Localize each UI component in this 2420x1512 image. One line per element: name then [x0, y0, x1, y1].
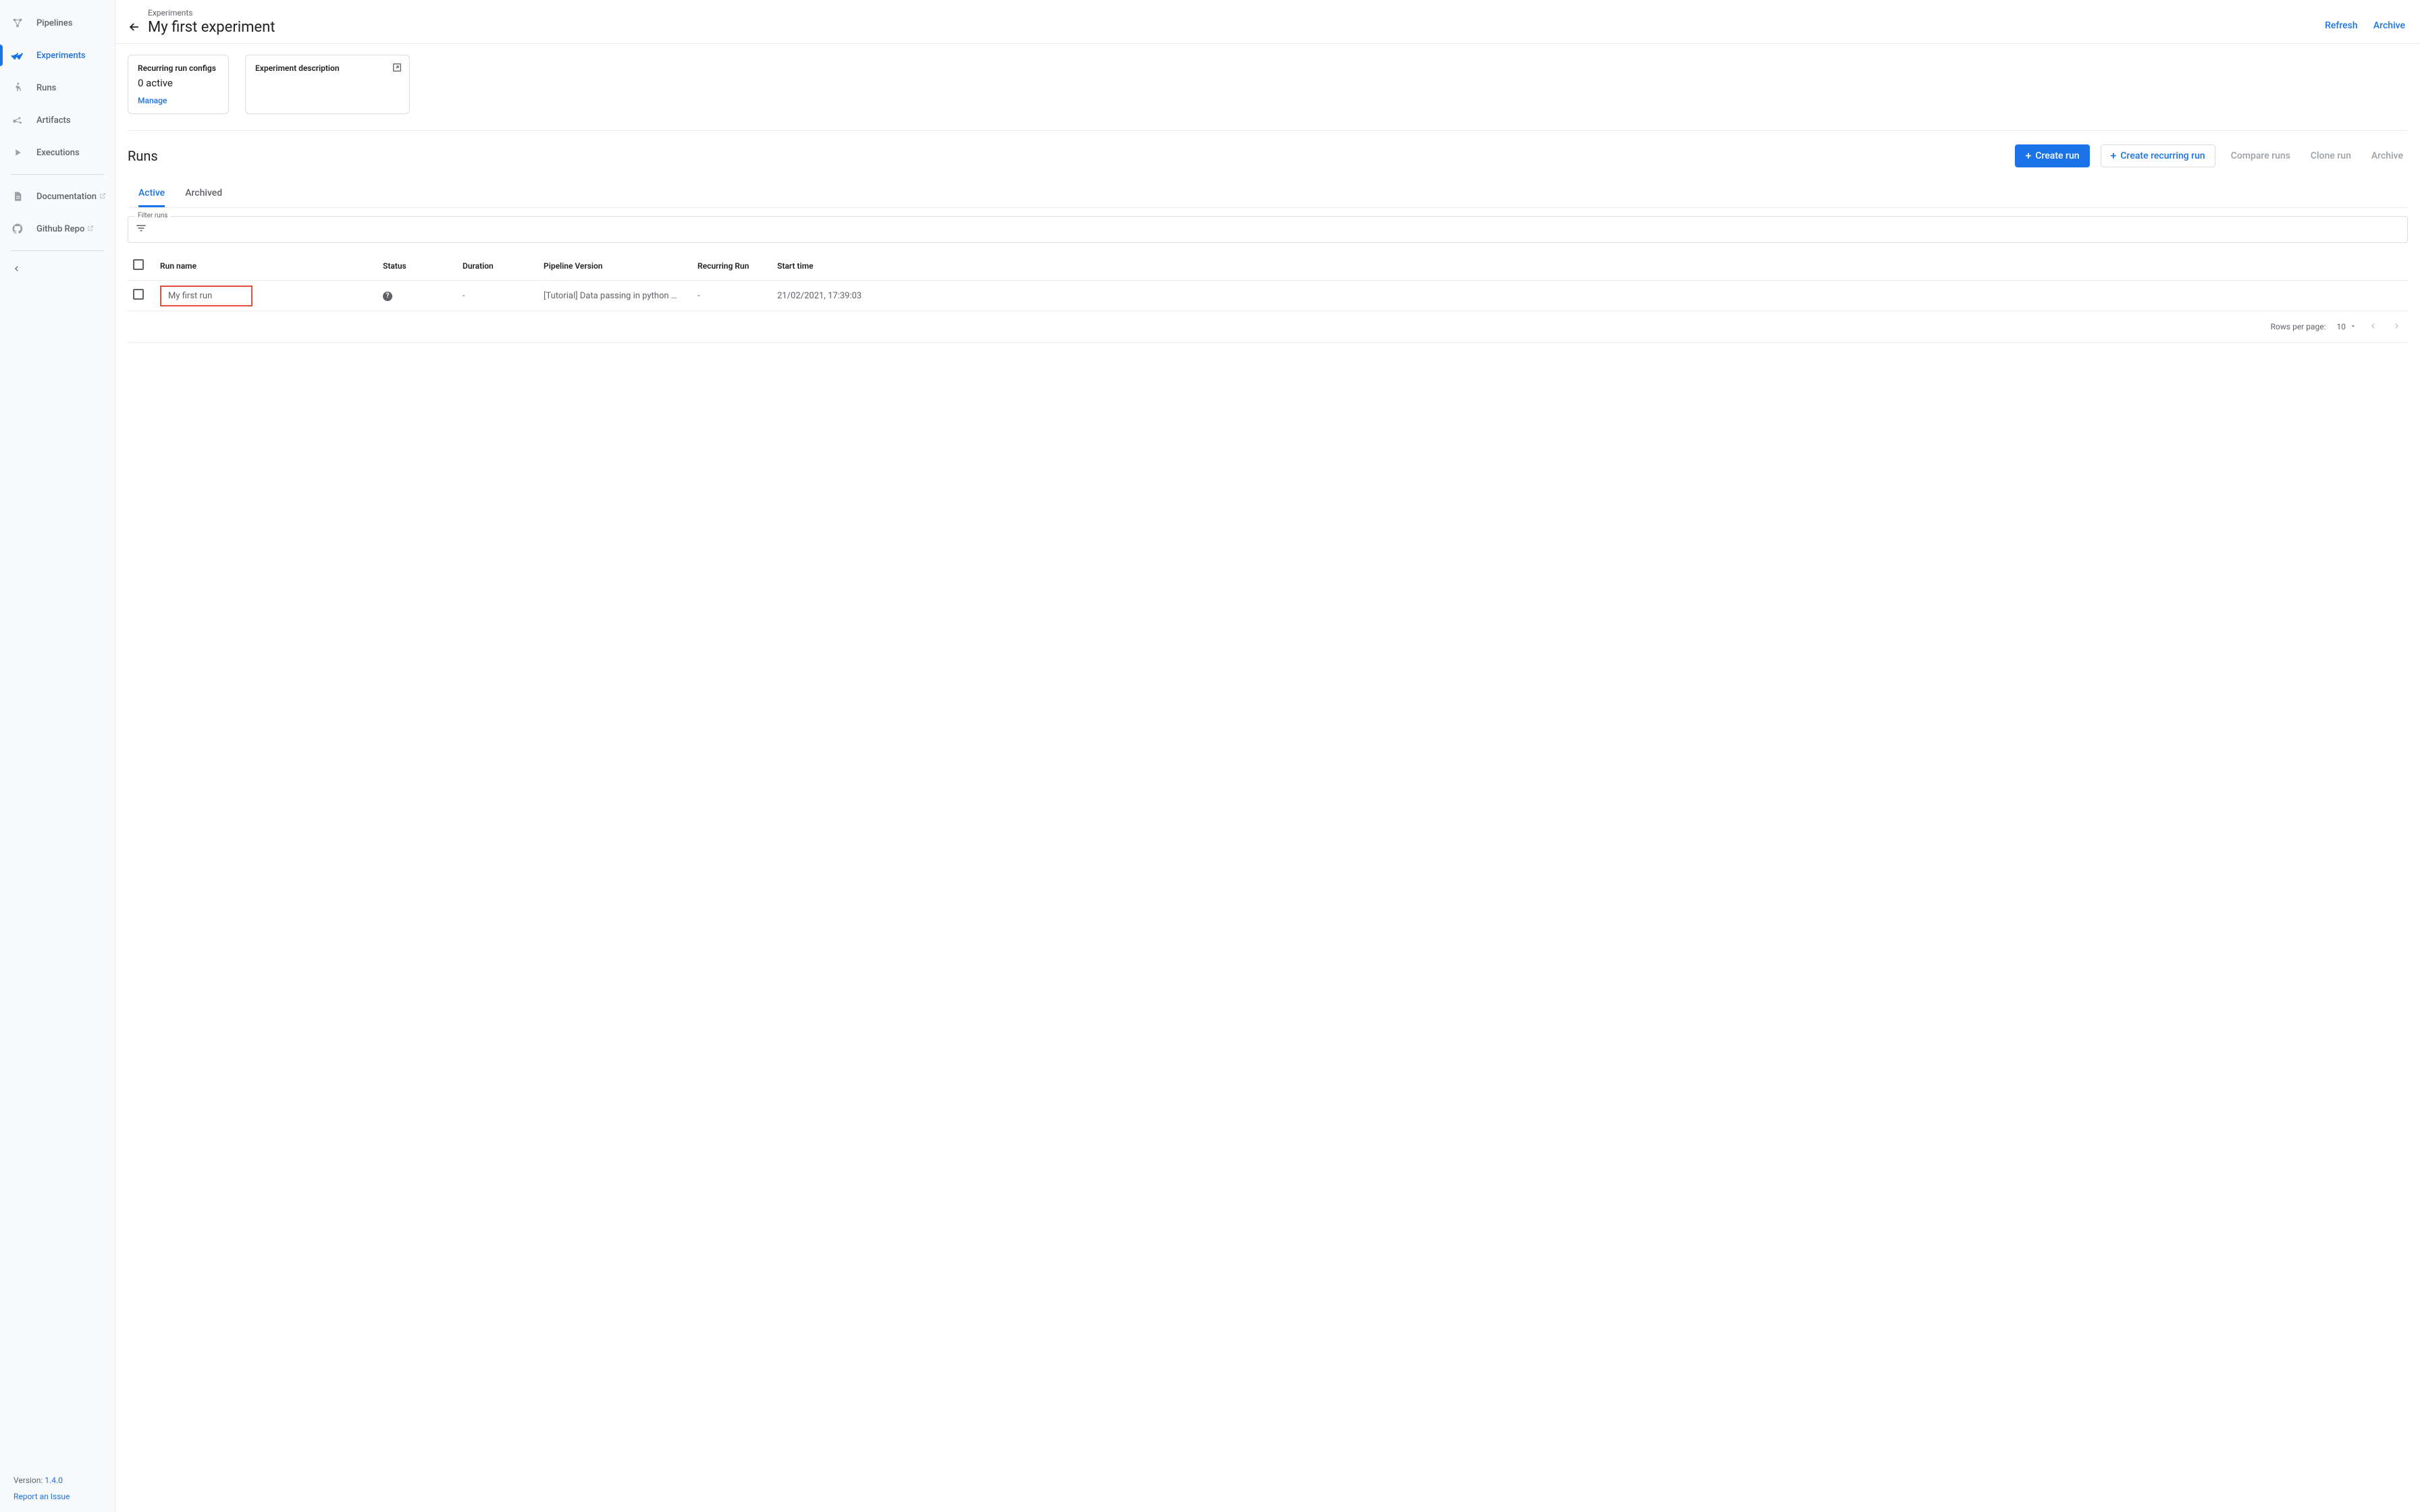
rows-per-page-select[interactable]: 10	[2337, 322, 2357, 331]
experiments-icon	[11, 49, 24, 62]
topbar: Experiments My first experiment Refresh …	[115, 0, 2420, 44]
nav-label: Github Repo	[36, 224, 84, 234]
nav-runs[interactable]: Runs	[0, 72, 115, 104]
section-actions: + Create run + Create recurring run Comp…	[2015, 144, 2408, 167]
col-start-time[interactable]: Start time	[772, 251, 2408, 281]
nav-label: Experiments	[36, 51, 86, 61]
status-unknown-icon: ?	[383, 292, 392, 301]
nav-divider	[11, 250, 104, 251]
nav-label: Documentation	[36, 192, 97, 202]
col-status[interactable]: Status	[377, 251, 457, 281]
tab-active[interactable]: Active	[138, 181, 165, 207]
cell-recurring-run: -	[692, 281, 772, 311]
run-name-link[interactable]: My first run	[160, 286, 253, 306]
runs-table: Run name Status Duration Pipeline Versio…	[128, 251, 2408, 311]
next-page-button[interactable]	[2390, 319, 2402, 334]
executions-icon	[11, 146, 24, 159]
version-text: Version: 1.4.0	[14, 1476, 101, 1485]
col-pipeline-version[interactable]: Pipeline Version	[538, 251, 692, 281]
card-title: Recurring run configs	[138, 63, 219, 73]
page-title: My first experiment	[148, 19, 275, 36]
prev-page-button[interactable]	[2367, 319, 2379, 334]
divider	[128, 130, 2408, 131]
github-icon	[11, 222, 24, 236]
create-run-button[interactable]: + Create run	[2015, 144, 2089, 167]
card-title: Experiment description	[255, 63, 400, 73]
archive-button[interactable]: Archive	[2373, 20, 2405, 31]
rows-per-page-label: Rows per page:	[2271, 322, 2326, 331]
nav-list: Pipelines Experiments Runs Artifacts Exe	[0, 0, 115, 283]
plus-icon: +	[2025, 151, 2031, 161]
nav-label: Runs	[36, 83, 56, 93]
nav-experiments[interactable]: Experiments	[0, 39, 115, 72]
manage-link[interactable]: Manage	[138, 96, 219, 105]
cell-start-time: 21/02/2021, 17:39:03	[772, 281, 2408, 311]
artifacts-icon	[11, 113, 24, 127]
chevron-down-icon	[2350, 322, 2357, 331]
nav-label: Pipelines	[36, 18, 72, 28]
sidebar: Pipelines Experiments Runs Artifacts Exe	[0, 0, 115, 1512]
table-header-row: Run name Status Duration Pipeline Versio…	[128, 251, 2408, 281]
filter-label: Filter runs	[135, 212, 170, 219]
topbar-actions: Refresh Archive	[2311, 20, 2405, 31]
nav-artifacts[interactable]: Artifacts	[0, 104, 115, 136]
nav-label: Executions	[36, 148, 80, 158]
external-link-icon	[99, 192, 106, 201]
table-row[interactable]: My first run ? - [Tutorial] Data passing…	[128, 281, 2408, 311]
main-content: Experiments My first experiment Refresh …	[115, 0, 2420, 1512]
nav-label: Artifacts	[36, 115, 71, 126]
row-checkbox[interactable]	[133, 289, 144, 300]
external-link-icon	[87, 225, 94, 234]
version-link[interactable]: 1.4.0	[45, 1476, 63, 1485]
description-card: Experiment description	[245, 55, 410, 114]
popout-icon[interactable]	[392, 62, 402, 76]
cell-pipeline-version[interactable]: [Tutorial] Data passing in python comp…	[544, 291, 679, 301]
col-run-name[interactable]: Run name	[155, 251, 377, 281]
section-title: Runs	[128, 148, 158, 164]
nav-pipelines[interactable]: Pipelines	[0, 7, 115, 39]
create-recurring-run-button[interactable]: + Create recurring run	[2101, 144, 2215, 167]
documentation-icon	[11, 190, 24, 203]
refresh-button[interactable]: Refresh	[2325, 20, 2358, 31]
filter-box[interactable]: Filter runs	[128, 216, 2408, 243]
content: Recurring run configs 0 active Manage Ex…	[115, 44, 2420, 354]
cell-duration: -	[457, 281, 538, 311]
select-all-checkbox[interactable]	[133, 259, 144, 270]
tabs: Active Archived	[128, 181, 2408, 208]
nav-divider	[11, 174, 104, 175]
compare-runs-button[interactable]: Compare runs	[2226, 144, 2295, 167]
col-recurring-run[interactable]: Recurring Run	[692, 251, 772, 281]
recurring-run-card: Recurring run configs 0 active Manage	[128, 55, 229, 114]
nav-documentation[interactable]: Documentation	[0, 180, 115, 213]
back-button[interactable]	[128, 20, 141, 36]
pipelines-icon	[11, 16, 24, 30]
filter-icon	[135, 223, 147, 236]
clone-run-button[interactable]: Clone run	[2306, 144, 2356, 167]
runs-icon	[11, 81, 24, 94]
sidebar-footer: Version: 1.4.0 Report an Issue	[0, 1469, 115, 1512]
nav-executions[interactable]: Executions	[0, 136, 115, 169]
col-duration[interactable]: Duration	[457, 251, 538, 281]
tab-archived[interactable]: Archived	[185, 181, 222, 207]
card-value: 0 active	[138, 77, 219, 89]
collapse-sidebar-button[interactable]	[0, 256, 115, 283]
pagination: Rows per page: 10	[128, 311, 2408, 343]
breadcrumb[interactable]: Experiments	[148, 8, 275, 18]
header-titles: Experiments My first experiment	[148, 8, 275, 36]
report-issue-link[interactable]: Report an Issue	[14, 1492, 70, 1501]
nav-github[interactable]: Github Repo	[0, 213, 115, 245]
filter-input[interactable]	[153, 225, 2400, 235]
plus-icon: +	[2111, 151, 2117, 161]
section-header: Runs + Create run + Create recurring run…	[128, 144, 2408, 167]
cards-row: Recurring run configs 0 active Manage Ex…	[128, 55, 2408, 114]
archive-run-button[interactable]: Archive	[2367, 144, 2408, 167]
